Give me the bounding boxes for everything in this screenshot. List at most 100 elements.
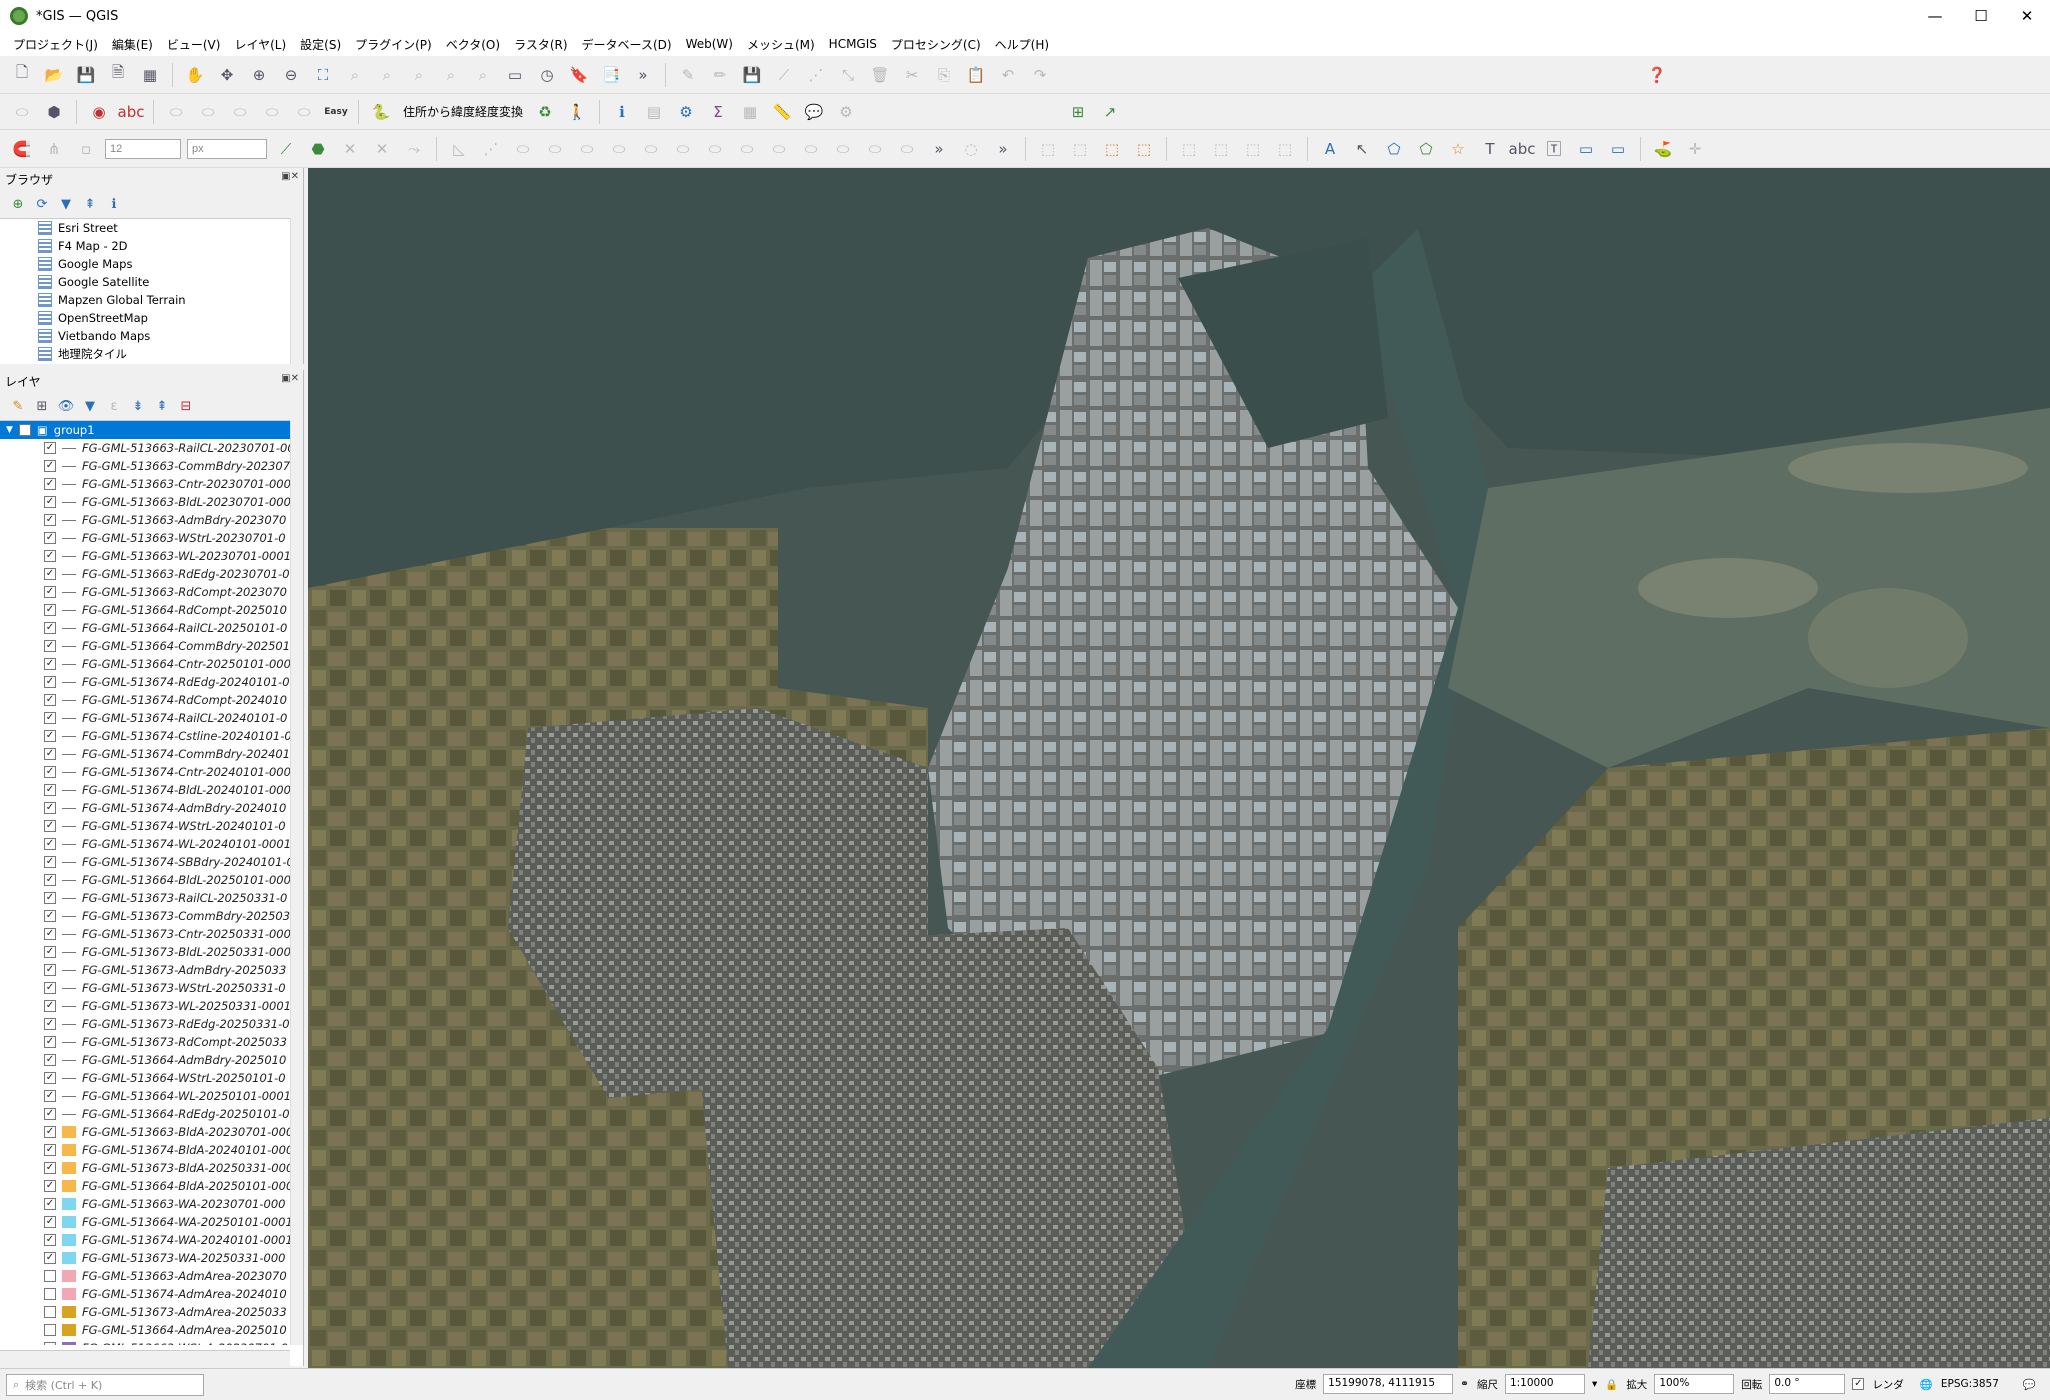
layer-row[interactable]: ✓ FG-GML-513663-WA-20230701-000 — [0, 1195, 290, 1213]
vector-tool-2-icon[interactable]: ⬚ — [1208, 136, 1234, 162]
menu-view[interactable]: ビュー(V) — [160, 36, 228, 53]
label-abc-icon[interactable]: abc — [118, 99, 145, 125]
layer-row[interactable]: ✓ FG-GML-513664-WStrL-20250101-0 — [0, 1069, 290, 1087]
zoom-next-icon[interactable]: ⌕ — [470, 62, 496, 88]
identify-features-icon[interactable]: ℹ — [609, 99, 635, 125]
map-canvas[interactable] — [308, 168, 2050, 1368]
open-attribute-table-icon[interactable]: ▤ — [641, 99, 667, 125]
new-print-layout-icon[interactable]: 🗎 — [105, 62, 131, 88]
select-features-icon[interactable]: ⬚ — [1035, 136, 1061, 162]
browser-item[interactable]: Google Maps — [0, 255, 290, 273]
table-icon[interactable]: ▦ — [737, 99, 763, 125]
layer-checkbox[interactable]: ✓ — [44, 964, 56, 976]
menu-edit[interactable]: 編集(E) — [105, 36, 160, 53]
modify-attributes-icon[interactable]: ⤡ — [835, 62, 861, 88]
toolbar3-overflow2-icon[interactable]: » — [990, 136, 1016, 162]
star-icon[interactable]: ☆ — [1445, 136, 1471, 162]
snapping-layers-icon[interactable]: ⋔ — [41, 136, 67, 162]
advanced-digitize-8-icon[interactable]: ⬭ — [670, 136, 696, 162]
properties-icon[interactable]: ℹ — [104, 194, 124, 214]
toolbar-overflow-icon[interactable]: » — [630, 62, 656, 88]
self-snapping-icon[interactable]: ⬣ — [305, 136, 331, 162]
advanced-digitize-10-icon[interactable]: ⬭ — [734, 136, 760, 162]
layer-checkbox[interactable]: ✓ — [44, 1198, 56, 1210]
layer-checkbox[interactable]: ✓ — [44, 1162, 56, 1174]
layer-row[interactable]: ✓ FG-GML-513664-RailCL-20250101-0 — [0, 619, 290, 637]
layer-checkbox[interactable]: ✓ — [44, 910, 56, 922]
layer-checkbox[interactable]: ✓ — [44, 856, 56, 868]
save-edits-icon[interactable]: 💾 — [739, 62, 765, 88]
select-by-value-icon[interactable]: ⬚ — [1067, 136, 1093, 162]
layer-checkbox[interactable]: ✓ — [44, 874, 56, 886]
lock-scale-icon[interactable]: 🔒 — [1605, 1378, 1618, 1391]
save-project-icon[interactable]: 💾 — [73, 62, 99, 88]
layer-row[interactable]: ✓ FG-GML-513673-WL-20250331-0001 — [0, 997, 290, 1015]
processing-toolbox-icon[interactable]: ⚙ — [673, 99, 699, 125]
person-plugin-icon[interactable]: 🚶 — [564, 99, 590, 125]
new-map-view-icon[interactable]: ▭ — [502, 62, 528, 88]
layer-checkbox[interactable] — [44, 1324, 56, 1336]
layer-checkbox[interactable] — [44, 1288, 56, 1300]
advanced-digitize-9-icon[interactable]: ⬭ — [702, 136, 728, 162]
advanced-digitize-12-icon[interactable]: ⬭ — [798, 136, 824, 162]
browser-item[interactable]: Vietbando Maps — [0, 327, 290, 345]
layer-row[interactable]: ✓ FG-GML-513663-Cntr-20230701-000 — [0, 475, 290, 493]
label-show-icon[interactable]: ⬭ — [195, 99, 221, 125]
scale-combo[interactable]: 1:10000 — [1504, 1374, 1585, 1394]
image-annotation-icon[interactable]: ▭ — [1573, 136, 1599, 162]
maximize-button[interactable]: ☐ — [1958, 0, 2004, 32]
menu-mesh[interactable]: メッシュ(M) — [740, 36, 822, 53]
vector-tool-1-icon[interactable]: ⬚ — [1176, 136, 1202, 162]
advanced-digitize-15-icon[interactable]: ⬭ — [894, 136, 920, 162]
zoom-selection-icon[interactable]: ⌕ — [342, 62, 368, 88]
layer-checkbox[interactable]: ✓ — [44, 532, 56, 544]
layer-checkbox[interactable]: ✓ — [44, 622, 56, 634]
menu-processing[interactable]: プロセシング(C) — [884, 36, 988, 53]
layer-row[interactable]: ✓ FG-GML-513674-RdEdg-20240101-0 — [0, 673, 290, 691]
change-label-icon[interactable]: abc — [1509, 136, 1536, 162]
layer-row[interactable]: ✓ FG-GML-513664-RdCompt-2025010 — [0, 601, 290, 619]
magnifier-field[interactable]: 100% — [1654, 1374, 1735, 1394]
snapping-tolerance-input[interactable] — [105, 138, 181, 159]
easy-plugin-icon[interactable]: Easy — [323, 99, 349, 125]
menu-raster[interactable]: ラスタ(R) — [507, 36, 574, 53]
browser-item[interactable]: OpenStreetMap — [0, 309, 290, 327]
remove-layer-icon[interactable]: ⊟ — [176, 396, 196, 416]
coordinate-field[interactable]: 15199078, 4111915 — [1323, 1374, 1454, 1394]
layer-row[interactable]: ✓ FG-GML-513663-RdCompt-2023070 — [0, 583, 290, 601]
copy-features-icon[interactable]: ⎘ — [931, 62, 957, 88]
collapse-all-icon[interactable]: ⇞ — [80, 194, 100, 214]
redo-icon[interactable]: ↷ — [1027, 62, 1053, 88]
coordinate-capture-icon[interactable]: ⊞ — [1065, 99, 1091, 125]
layer-checkbox[interactable]: ✓ — [44, 1054, 56, 1066]
measure-icon[interactable]: 📏 — [769, 99, 795, 125]
messages-icon[interactable]: 💬 — [2023, 1378, 2036, 1391]
browser-item[interactable]: Google Satellite — [0, 273, 290, 291]
layer-checkbox[interactable]: ✓ — [44, 748, 56, 760]
layer-row[interactable]: ✓ FG-GML-513673-AdmBdry-2025033 — [0, 961, 290, 979]
navigate-arrow-icon[interactable]: ↗ — [1097, 99, 1123, 125]
add-group-icon[interactable]: ⊞ — [32, 396, 52, 416]
layer-row[interactable]: ✓ FG-GML-513673-WStrL-20250331-0 — [0, 979, 290, 997]
layer-checkbox[interactable]: ✓ — [44, 1108, 56, 1120]
coordinate-toggle-icon[interactable]: ⚭ — [1460, 1378, 1469, 1390]
help-icon[interactable]: ❓ — [1644, 62, 1670, 88]
toolbar3-overflow-icon[interactable]: » — [926, 136, 952, 162]
menu-web[interactable]: Web(W) — [679, 37, 740, 51]
layer-checkbox[interactable]: ✓ — [44, 766, 56, 778]
label-rotate-icon[interactable]: ⬭ — [259, 99, 285, 125]
layer-checkbox[interactable]: ✓ — [44, 1144, 56, 1156]
browser-item[interactable]: F4 Map - 2D — [0, 237, 290, 255]
refresh-plugin-icon[interactable]: ♻ — [532, 99, 558, 125]
layer-checkbox[interactable]: ✓ — [44, 1018, 56, 1030]
layer-checkbox[interactable]: ✓ — [44, 514, 56, 526]
layer-checkbox[interactable]: ✓ — [44, 1126, 56, 1138]
layer-checkbox[interactable]: ✓ — [44, 1216, 56, 1228]
layer-row[interactable]: ✓ FG-GML-513664-CommBdry-202501 — [0, 637, 290, 655]
layer-checkbox[interactable]: ✓ — [44, 982, 56, 994]
layer-checkbox[interactable]: ✓ — [44, 442, 56, 454]
vector-tool-3-icon[interactable]: ⬚ — [1240, 136, 1266, 162]
advanced-digitize-1-icon[interactable]: ◺ — [446, 136, 472, 162]
html-annotation-icon[interactable]: ▭ — [1605, 136, 1631, 162]
zoom-full-icon[interactable]: ⛶ — [310, 62, 336, 88]
